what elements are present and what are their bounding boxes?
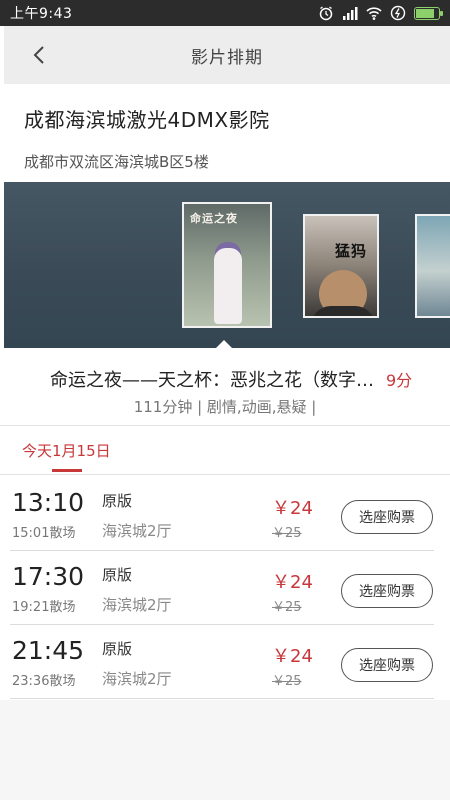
poster-title: 猛犸 — [335, 242, 368, 260]
movie-score: 9分 — [386, 371, 413, 390]
cinema-address: 成都市双流区海滨城B区5楼 — [24, 153, 209, 171]
poster-title: 命运之夜 — [190, 212, 238, 225]
movie-info: 命运之夜——天之杯：恶兆之花（数字… 9分 111分钟 | 剧情,动画,悬疑 | — [0, 350, 450, 430]
buy-ticket-button[interactable]: 选座购票 — [341, 648, 433, 682]
selection-pointer — [215, 340, 233, 349]
end-time: 23:36散场 — [12, 674, 76, 689]
original-price: ￥25 — [272, 600, 302, 615]
power-saving-icon — [390, 5, 406, 21]
movie-meta: 111分钟 | 剧情,动画,悬疑 | — [133, 398, 317, 416]
battery-icon — [414, 6, 443, 20]
header-bar: 影片排期 — [4, 26, 450, 84]
price: ￥24 — [272, 498, 313, 519]
end-time: 15:01散场 — [12, 526, 76, 541]
poster-carousel[interactable]: 命运之夜 猛犸 — [4, 182, 450, 348]
original-price: ￥25 — [272, 674, 302, 689]
back-button[interactable] — [26, 40, 52, 70]
movie-title: 命运之夜——天之杯：恶兆之花（数字… — [50, 370, 374, 391]
chevron-left-icon — [33, 46, 44, 64]
version: 原版 — [102, 492, 133, 510]
hall: 海滨城2厅 — [102, 670, 172, 688]
poster-selected[interactable]: 命运之夜 — [182, 202, 272, 328]
signal-icon — [343, 7, 358, 20]
end-time: 19:21散场 — [12, 600, 76, 615]
hall: 海滨城2厅 — [102, 596, 172, 614]
original-price: ￥25 — [272, 526, 302, 541]
poster-item[interactable] — [415, 214, 450, 318]
buy-ticket-button[interactable]: 选座购票 — [341, 500, 433, 534]
page-title: 影片排期 — [191, 47, 263, 68]
poster-figure-body — [214, 248, 242, 324]
cinema-name: 成都海滨城激光4DMX影院 — [24, 108, 270, 132]
showtime-row: 13:10 15:01散场 原版 海滨城2厅 ￥24 ￥25 选座购票 — [0, 478, 450, 552]
buy-ticket-button[interactable]: 选座购票 — [341, 574, 433, 608]
showtime-row: 17:30 19:21散场 原版 海滨城2厅 ￥24 ￥25 选座购票 — [0, 552, 450, 626]
divider — [10, 698, 434, 699]
poster-figure-body — [311, 306, 375, 316]
hall: 海滨城2厅 — [102, 522, 172, 540]
divider — [10, 624, 434, 625]
page-bottom — [0, 700, 450, 800]
divider — [10, 550, 434, 551]
start-time: 13:10 — [12, 488, 85, 517]
price: ￥24 — [272, 646, 313, 667]
cinema-info: 成都海滨城激光4DMX影院 成都市双流区海滨城B区5楼 — [0, 84, 450, 182]
version: 原版 — [102, 640, 133, 658]
version: 原版 — [102, 566, 133, 584]
alarm-icon — [319, 6, 333, 21]
divider — [0, 474, 450, 475]
start-time: 17:30 — [12, 562, 85, 591]
status-time: 上午9:43 — [10, 6, 73, 22]
poster-item[interactable]: 猛犸 — [303, 214, 379, 318]
date-tab-today[interactable]: 今天1月15日 — [22, 440, 111, 461]
price: ￥24 — [272, 572, 313, 593]
status-bar: 上午9:43 — [0, 0, 450, 26]
start-time: 21:45 — [12, 636, 85, 665]
active-tab-indicator — [52, 469, 82, 472]
showtime-row: 21:45 23:36散场 原版 海滨城2厅 ￥24 ￥25 选座购票 — [0, 626, 450, 700]
wifi-icon — [366, 7, 382, 20]
divider — [0, 425, 450, 426]
